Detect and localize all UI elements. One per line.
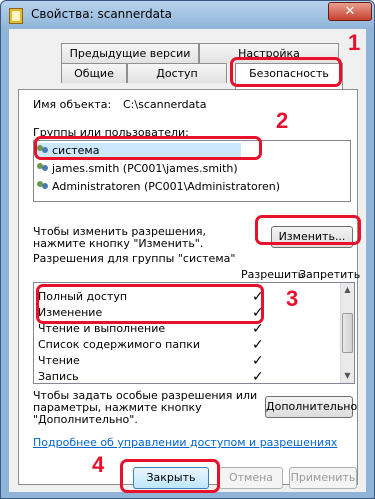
permissions-scrollbar[interactable]: ▲ ▼ <box>340 283 354 383</box>
allow-check-write[interactable]: ✓ <box>252 369 264 383</box>
permissions-label: Разрешения для группы "система" <box>33 252 236 265</box>
cancel-button[interactable]: Отмена <box>219 467 283 489</box>
allow-check-read-execute[interactable]: ✓ <box>252 321 264 337</box>
apply-button[interactable]: Применить <box>289 467 357 489</box>
users-icon <box>36 145 50 157</box>
allow-column-header: Разрешить <box>241 268 305 281</box>
allow-check-modify[interactable]: ✓ <box>252 305 264 321</box>
scroll-down-arrow-icon[interactable]: ▼ <box>341 369 354 383</box>
tab-previous-versions[interactable]: Предыдущие версии <box>61 43 199 63</box>
callout-number-1: 1 <box>348 30 361 55</box>
list-item-system[interactable]: система <box>36 143 241 159</box>
change-button[interactable]: Изменить... <box>271 226 353 248</box>
permission-row: Полный доступ <box>38 289 127 305</box>
properties-window: Свойства: scannerdata ✕ Предыдущие верси… <box>0 0 375 499</box>
security-panel: Имя объекта: C:\scannerdata Группы или п… <box>18 89 361 485</box>
special-permissions-hint: Чтобы задать особые разрешения или парам… <box>33 389 258 426</box>
groups-label: Группы или пользователи: <box>33 126 189 139</box>
groups-list[interactable]: система james.smith (PC001\james.smith) … <box>33 140 351 202</box>
close-window-button[interactable]: ✕ <box>328 2 372 21</box>
permission-row: Изменение <box>38 305 102 321</box>
permission-name: Запись <box>38 370 79 383</box>
permission-name: Изменение <box>38 306 103 319</box>
permission-name: Список содержимого папки <box>38 338 201 351</box>
advanced-button[interactable]: Дополнительно <box>265 396 357 418</box>
permissions-list[interactable]: Полный доступ ✓ Изменение ✓ Чтение и вып… <box>33 282 355 384</box>
list-item-label: james.smith (PC001\james.smith) <box>52 162 238 175</box>
permission-row: Чтение <box>38 353 80 369</box>
window-title: Свойства: scannerdata <box>31 7 173 21</box>
permission-row: Список содержимого папки <box>38 337 200 353</box>
list-item-administratoren[interactable]: Administratoren (PC001\Administratoren) <box>36 179 280 195</box>
users-icon <box>36 181 50 193</box>
object-name-value: C:\scannerdata <box>123 98 207 111</box>
allow-check-list-folder[interactable]: ✓ <box>252 337 264 353</box>
user-icon <box>36 163 50 175</box>
change-hint: Чтобы изменить разрешения, нажмите кнопк… <box>33 225 207 250</box>
permission-row: Запись <box>38 369 79 383</box>
tab-sharing[interactable]: Доступ <box>127 63 227 83</box>
permission-name: Чтение и выполнение <box>38 322 166 335</box>
permission-name: Полный доступ <box>38 290 128 303</box>
folder-properties-icon <box>9 8 23 24</box>
dialog-body: Предыдущие версии Настройка Общие Доступ… <box>9 29 366 492</box>
callout-number-3: 3 <box>286 286 299 311</box>
allow-check-full-control[interactable]: ✓ <box>252 289 264 305</box>
list-item-label: система <box>52 144 100 157</box>
callout-number-2: 2 <box>276 108 289 133</box>
tab-security[interactable]: Безопасность <box>235 63 343 89</box>
learn-more-link[interactable]: Подробнее об управлении доступом и разре… <box>33 436 337 449</box>
close-button[interactable]: Закрыть <box>133 467 209 489</box>
tab-general[interactable]: Общие <box>61 63 127 83</box>
permission-name: Чтение <box>38 354 80 367</box>
object-name-label: Имя объекта: <box>33 98 112 111</box>
callout-number-4: 4 <box>92 452 105 477</box>
permission-row: Чтение и выполнение <box>38 321 165 337</box>
tab-customize[interactable]: Настройка <box>199 43 339 63</box>
deny-column-header: Запретить <box>299 268 361 281</box>
scroll-up-arrow-icon[interactable]: ▲ <box>341 283 354 297</box>
scroll-thumb[interactable] <box>342 313 353 353</box>
list-item-label: Administratoren (PC001\Administratoren) <box>52 180 281 193</box>
list-item-james-smith[interactable]: james.smith (PC001\james.smith) <box>36 161 238 177</box>
allow-check-read[interactable]: ✓ <box>252 353 264 369</box>
title-bar[interactable]: Свойства: scannerdata ✕ <box>1 1 374 29</box>
